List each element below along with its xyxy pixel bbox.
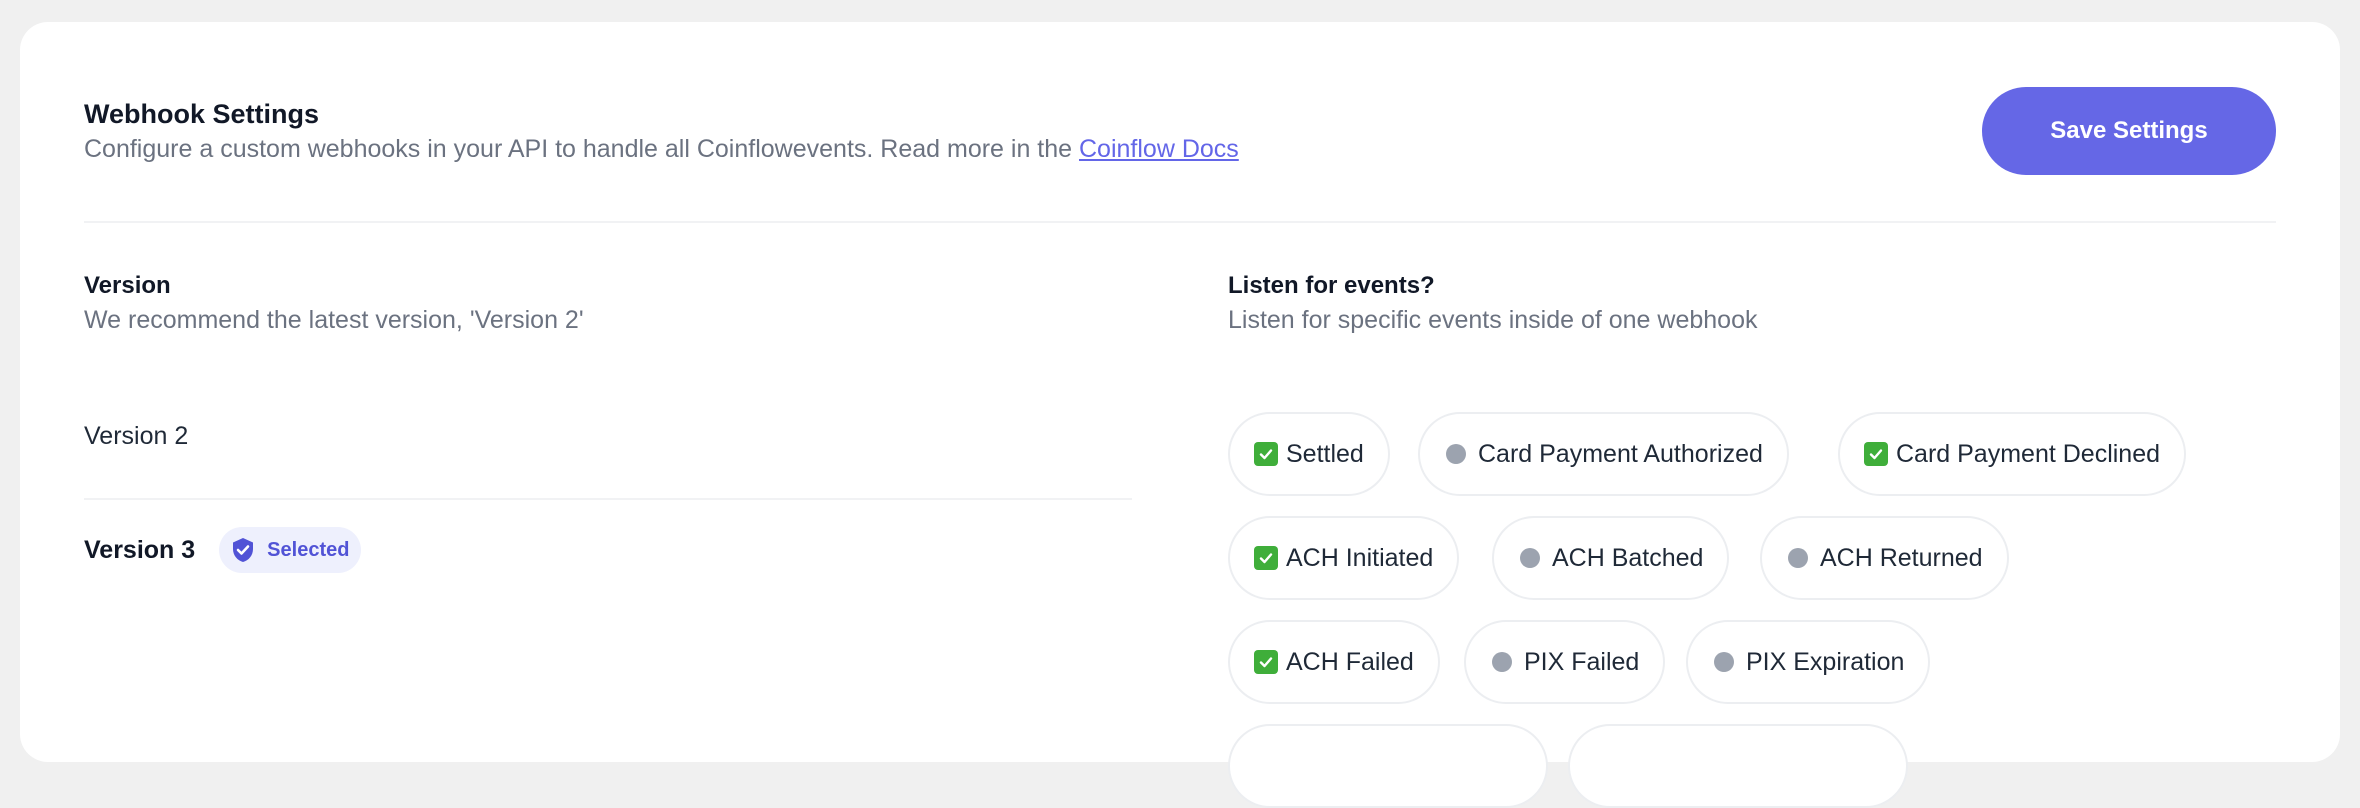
save-settings-button[interactable]: Save Settings	[1982, 87, 2276, 175]
inactive-dot-icon	[1492, 652, 1512, 672]
coinflow-docs-link[interactable]: Coinflow Docs	[1079, 135, 1239, 163]
checkmark-icon	[1254, 442, 1278, 466]
page-title: Webhook Settings	[84, 99, 320, 129]
events-subtitle: Listen for specific events inside of one…	[1228, 306, 1758, 334]
events-title: Listen for events?	[1228, 272, 1435, 299]
checkmark-icon	[1254, 546, 1278, 570]
event-label: ACH Failed	[1286, 647, 1414, 676]
header: Webhook Settings Configure a custom webh…	[84, 22, 2276, 223]
divider	[84, 498, 1132, 500]
page-subtitle: Configure a custom webhooks in your API …	[84, 135, 1239, 164]
event-chip-pix-expiration[interactable]: PIX Expiration	[1686, 620, 1931, 704]
event-chip-ach-initiated[interactable]: ACH Initiated	[1228, 516, 1460, 600]
event-label: PIX Expiration	[1746, 647, 1905, 676]
event-chip-ach-batched[interactable]: ACH Batched	[1492, 516, 1730, 600]
events-section: Listen for events? Listen for specific e…	[1228, 272, 2276, 808]
selected-label: Selected	[267, 538, 350, 561]
subtitle-text: Configure a custom webhooks in your API …	[84, 135, 1079, 163]
event-label: ACH Initiated	[1286, 543, 1434, 572]
version-label: Version 3	[84, 535, 196, 564]
event-label: ACH Returned	[1820, 543, 1983, 572]
version-subtitle: We recommend the latest version, 'Versio…	[84, 306, 584, 334]
checkmark-icon	[1254, 650, 1278, 674]
inactive-dot-icon	[1520, 548, 1540, 568]
inactive-dot-icon	[1714, 652, 1734, 672]
event-label: ACH Batched	[1552, 543, 1704, 572]
event-label: PIX Failed	[1524, 647, 1640, 676]
checkmark-icon	[1864, 442, 1888, 466]
version-option-2[interactable]: Version 2	[84, 412, 1132, 460]
event-chip-card-payment-authorized[interactable]: Card Payment Authorized	[1418, 412, 1789, 496]
event-chip-partial[interactable]	[1568, 724, 1908, 808]
webhook-settings-card: Webhook Settings Configure a custom webh…	[20, 22, 2340, 808]
event-label: Card Payment Authorized	[1478, 439, 1763, 468]
version-title: Version	[84, 272, 171, 299]
event-chip-ach-failed[interactable]: ACH Failed	[1228, 620, 1440, 704]
event-chip-partial[interactable]	[1228, 724, 1548, 808]
event-label: Settled	[1286, 439, 1364, 468]
event-chip-pix-failed[interactable]: PIX Failed	[1464, 620, 1666, 704]
version-section: Version We recommend the latest version,…	[84, 272, 1132, 573]
version-label: Version 2	[84, 421, 189, 450]
shield-check-icon	[229, 536, 257, 564]
event-chip-settled[interactable]: Settled	[1228, 412, 1390, 496]
event-label: Card Payment Declined	[1896, 439, 2161, 468]
event-chip-ach-returned[interactable]: ACH Returned	[1760, 516, 2009, 600]
version-option-3[interactable]: Version 3 Selected	[84, 526, 1132, 574]
event-chip-card-payment-declined[interactable]: Card Payment Declined	[1838, 412, 2187, 496]
selected-badge: Selected	[219, 527, 362, 573]
inactive-dot-icon	[1788, 548, 1808, 568]
inactive-dot-icon	[1446, 444, 1466, 464]
